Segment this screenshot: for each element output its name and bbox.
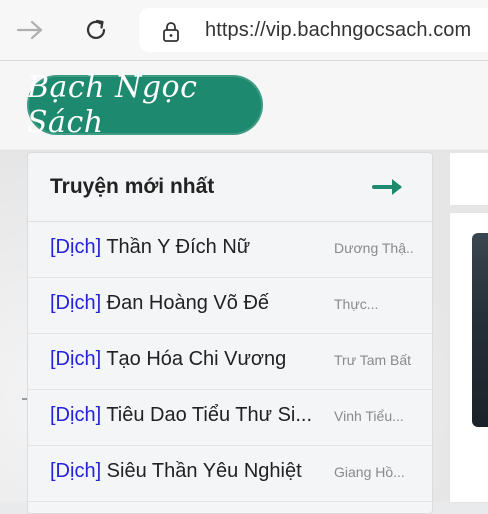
right-card-top [449,152,488,206]
reload-button[interactable] [80,14,112,46]
latest-stories-panel: Truyện mới nhất [Dịch] Thần Y Đích Nữ Dư… [27,152,433,514]
story-title-text: Thần Y Đích Nữ [101,236,251,258]
story-tag: [Dịch] [50,236,102,258]
list-item[interactable]: [Dịch] Tạo Hóa Chi Vương Trư Tam Bất [28,334,432,390]
panel-header: Truyện mới nhất [28,153,432,222]
story-author[interactable]: Giang Hồ... [334,464,405,480]
story-title[interactable]: [Dịch] Siêu Thần Yêu Nghiệt [50,460,302,483]
story-title[interactable]: [Dịch] Tiêu Dao Tiểu Thư Si... [50,404,312,427]
panel-title: Truyện mới nhất [50,175,215,198]
book-cover-image[interactable] [472,233,488,427]
arrow-right-icon [16,20,43,40]
site-logo[interactable]: Bạch Ngọc Sách [27,70,263,140]
story-author[interactable]: Thực... [334,296,378,312]
story-tag: [Dịch] [50,292,102,314]
story-title-text: Đan Hoàng Võ Đế [101,292,270,314]
story-title-text: Tiêu Dao Tiểu Thư Si... [101,404,313,426]
story-title-text: Siêu Thần Yêu Nghiệt [101,460,302,482]
list-item[interactable]: [Dịch] Tiêu Dao Tiểu Thư Si... Vinh Tiểu… [28,390,432,446]
story-author[interactable]: Dương Thậ... [334,240,414,256]
reload-icon [86,19,106,39]
view-more-arrow-icon[interactable] [372,175,406,199]
address-bar[interactable]: https://vip.bachngocsach.com [139,8,488,52]
browser-toolbar: https://vip.bachngocsach.com [0,0,488,61]
logo-text: Bạch Ngọc Sách [27,70,198,140]
list-item[interactable]: [Dịch] Thần Y Đích Nữ Dương Thậ... [28,222,432,278]
list-item[interactable]: [Dịch] Đan Hoàng Võ Đế Thực... [28,278,432,334]
story-title-text: Tạo Hóa Chi Vương [101,348,287,370]
story-title[interactable]: [Dịch] Đan Hoàng Võ Đế [50,292,269,315]
story-tag: [Dịch] [50,460,102,482]
story-title[interactable]: [Dịch] Tạo Hóa Chi Vương [50,348,286,371]
list-item[interactable]: [Dịch] Siêu Thần Yêu Nghiệt Giang Hồ... [28,446,432,502]
story-tag: [Dịch] [50,404,102,426]
lock-icon[interactable] [161,21,181,43]
story-author[interactable]: Vinh Tiểu... [334,408,404,424]
story-author[interactable]: Trư Tam Bất [334,352,411,368]
story-title[interactable]: [Dịch] Thần Y Đích Nữ [50,236,250,259]
back-button[interactable] [14,14,46,46]
url-text: https://vip.bachngocsach.com [205,19,472,41]
story-tag: [Dịch] [50,348,102,370]
site-header: Bạch Ngọc Sách [0,61,488,149]
